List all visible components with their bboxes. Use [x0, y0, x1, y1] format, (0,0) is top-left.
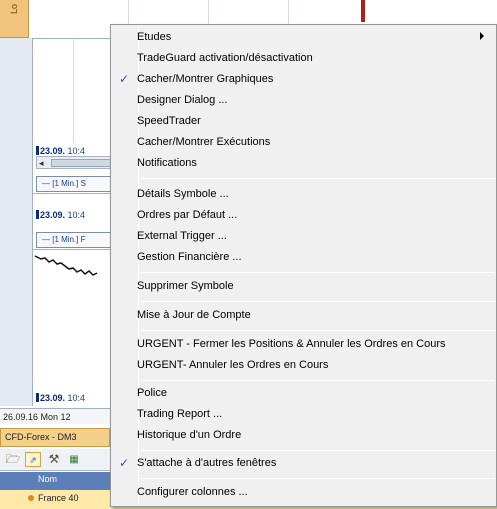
time-axis-label-1: 23.09. 10:4 — [36, 146, 85, 156]
menu-separator — [141, 330, 495, 331]
chart-horizontal-scrollbar[interactable]: ◂ — [36, 156, 116, 169]
menu-item-configurer-colonnes[interactable]: Configurer colonnes ... — [113, 482, 494, 504]
menu-item-notifications[interactable]: Notifications — [113, 153, 494, 175]
menu-item-supprimer-symbole[interactable]: Supprimer Symbole — [113, 276, 494, 298]
watchlist-toolbar: 🗁 ⇗ ⚒ ▦ — [0, 449, 110, 471]
price-bar — [361, 0, 365, 22]
chart-panel-2[interactable] — [33, 193, 115, 207]
status-dot-icon — [28, 495, 34, 501]
check-icon: ✓ — [119, 456, 130, 470]
price-line — [34, 255, 98, 276]
menu-separator — [141, 380, 495, 381]
time-axis-label-2: 23.09. 10:4 — [36, 210, 85, 220]
menu-separator — [141, 450, 495, 451]
context-menu: Etudes TradeGuard activation/désactivati… — [110, 24, 497, 507]
menu-item-etudes[interactable]: Etudes — [113, 27, 494, 49]
menu-item-s-attache-autres-fenetres[interactable]: ✓ S'attache à d'autres fenêtres — [113, 453, 494, 475]
menu-item-urgent-fermer-positions[interactable]: URGENT - Fermer les Positions & Annuler … — [113, 334, 494, 356]
menu-item-cacher-montrer-executions[interactable]: Cacher/Montrer Exécutions — [113, 132, 494, 154]
watchlist-tab[interactable]: CFD-Forex - DM3 — [0, 428, 110, 447]
menu-item-gestion-financiere[interactable]: Gestion Financière ... — [113, 247, 494, 269]
menu-separator — [141, 301, 495, 302]
menu-separator — [141, 272, 495, 273]
chart-panel-3[interactable] — [33, 249, 115, 389]
submenu-arrow-icon — [480, 32, 484, 40]
report-icon[interactable]: ▦ — [66, 452, 82, 467]
menu-item-trading-report[interactable]: Trading Report ... — [113, 404, 494, 426]
open-folder-icon[interactable]: 🗁 — [5, 452, 21, 467]
chart-icon[interactable]: ⇗ — [25, 452, 41, 467]
check-icon: ✓ — [119, 72, 130, 86]
chart-panel-1[interactable] — [33, 38, 115, 143]
left-panel-strip — [0, 38, 33, 406]
side-tab[interactable]: Lo — [0, 0, 29, 38]
menu-item-police[interactable]: Police — [113, 383, 494, 405]
series-label-1[interactable]: — [1 Min.] S — [36, 176, 116, 192]
menu-item-cacher-montrer-graphiques[interactable]: ✓ Cacher/Montrer Graphiques — [113, 69, 494, 91]
time-axis-label-3: 23.09. 10:4 — [36, 393, 85, 403]
scroll-left-icon[interactable]: ◂ — [39, 158, 44, 169]
menu-separator — [141, 478, 495, 479]
menu-item-mise-a-jour-compte[interactable]: Mise à Jour de Compte — [113, 305, 494, 327]
menu-item-urgent-annuler-ordres[interactable]: URGENT- Annuler les Ordres en Cours — [113, 355, 494, 377]
top-chart-panel — [33, 0, 497, 24]
menu-item-designer-dialog[interactable]: Designer Dialog ... — [113, 90, 494, 112]
menu-item-external-trigger[interactable]: External Trigger ... — [113, 226, 494, 248]
menu-item-details-symbole[interactable]: Détails Symbole ... — [113, 184, 494, 206]
menu-item-tradeguard[interactable]: TradeGuard activation/désactivation — [113, 48, 494, 70]
column-header-nom[interactable]: Nom — [0, 472, 110, 490]
menu-separator — [141, 178, 495, 179]
tools-icon[interactable]: ⚒ — [46, 452, 62, 467]
series-label-2[interactable]: — [1 Min.] F — [36, 232, 116, 248]
menu-item-speedtrader[interactable]: SpeedTrader — [113, 111, 494, 133]
symbol-name: France 40 — [38, 493, 79, 503]
menu-item-ordres-par-defaut[interactable]: Ordres par Défaut ... — [113, 205, 494, 227]
menu-item-historique-ordre[interactable]: Historique d'un Ordre — [113, 425, 494, 447]
scroll-thumb[interactable] — [51, 159, 111, 167]
